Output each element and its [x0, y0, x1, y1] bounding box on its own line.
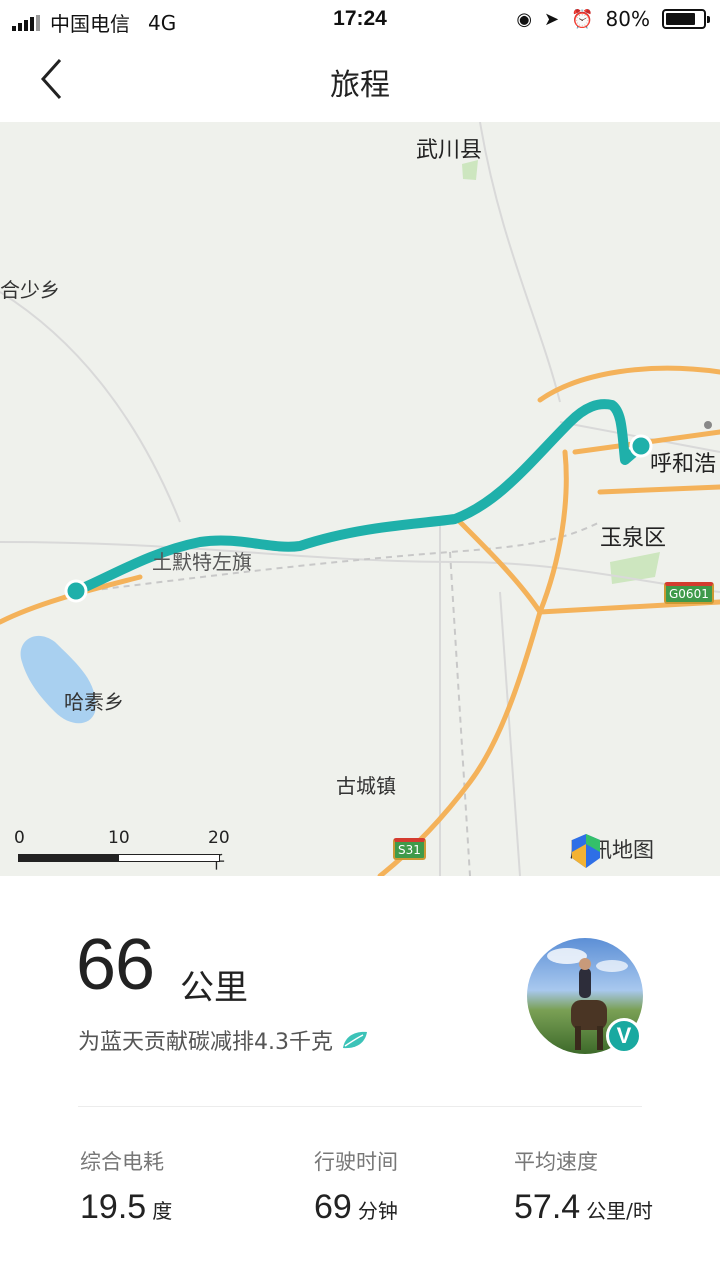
metric-value: 69 [314, 1188, 352, 1226]
nav-bar: 旅程 [0, 40, 720, 122]
place-label: 土默特左旗 [152, 550, 252, 574]
place-label: 呼和浩 [650, 452, 717, 477]
metric-speed: 平均速度 57.4 公里/时 [514, 1146, 653, 1227]
scale-bar [18, 854, 220, 862]
road-shield: S31 [393, 838, 426, 860]
carbon-text: 为蓝天贡献碳减排4.3千克 [78, 1030, 333, 1055]
alarm-icon: ⏰ [571, 8, 594, 30]
place-label: 武川县 [416, 138, 483, 163]
metric-value: 57.4 [514, 1188, 581, 1226]
distance-unit: 公里 [180, 968, 248, 1008]
metric-unit: 分钟 [357, 1199, 398, 1223]
scale-ten: 10 [108, 828, 130, 848]
battery-icon [662, 9, 710, 29]
leaf-icon [343, 1031, 367, 1049]
trip-map[interactable]: 武川县 合少乡 呼和浩 玉泉区 土默特左旗 哈素乡 古城镇 G0601 S31 … [0, 122, 720, 876]
metric-value: 19.5 [80, 1188, 147, 1226]
carbon-saving: 为蓝天贡献碳减排4.3千克 [78, 1024, 369, 1056]
metric-label: 综合电耗 [80, 1150, 164, 1174]
place-label: 哈素乡 [64, 690, 124, 714]
navigation-arrow-icon: ➤ [544, 8, 560, 30]
city-center-dot [704, 421, 712, 429]
map-provider-logo: 腾讯地图 [570, 834, 654, 868]
tencent-map-icon [572, 834, 600, 868]
place-label: 合少乡 [0, 278, 60, 302]
page-title: 旅程 [330, 68, 390, 103]
location-lock-icon: ◉ [516, 8, 533, 30]
route-start-marker[interactable] [64, 579, 88, 603]
verified-badge-icon: V [606, 1018, 642, 1054]
battery-percent: 80% [605, 7, 650, 31]
place-label: 古城镇 [336, 774, 396, 798]
metric-label: 行驶时间 [314, 1150, 398, 1174]
status-bar: 中国电信 4G 17:24 ◉ ➤ ⏰ 80% [0, 0, 720, 40]
map-canvas [0, 122, 720, 876]
metric-unit: 度 [152, 1199, 173, 1223]
divider [78, 1106, 642, 1107]
scale-twenty: 20 千米 [208, 828, 230, 873]
metric-duration: 行驶时间 69 分钟 [314, 1146, 398, 1227]
map-scale-bar: 0 10 20 千米 [14, 828, 234, 873]
metric-label: 平均速度 [514, 1150, 598, 1174]
place-label: 玉泉区 [600, 526, 667, 551]
trip-summary: 66 公里 为蓝天贡献碳减排4.3千克 V 综合电耗 19.5 度 行驶时间 69… [0, 876, 720, 1278]
scale-zero: 0 [14, 828, 25, 848]
metric-energy: 综合电耗 19.5 度 [80, 1146, 172, 1227]
route-end-marker[interactable] [629, 434, 653, 458]
distance-value: 66 [76, 925, 155, 1005]
road-shield: G0601 [664, 582, 714, 604]
metric-unit: 公里/时 [586, 1199, 653, 1223]
